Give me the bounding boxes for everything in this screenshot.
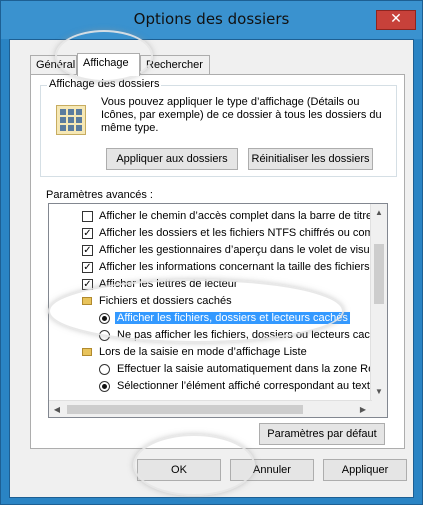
folder-view-icon: [56, 105, 86, 135]
horizontal-scroll-thumb[interactable]: [67, 405, 303, 414]
tab-search[interactable]: Rechercher: [140, 55, 210, 75]
vertical-scroll-thumb[interactable]: [374, 244, 384, 304]
tab-general[interactable]: Général: [30, 55, 77, 75]
option-label: Afficher les lettres de lecteur: [99, 278, 238, 290]
apply-to-folders-button[interactable]: Appliquer aux dossiers: [106, 148, 238, 170]
vertical-scrollbar[interactable]: ▲ ▼: [370, 204, 387, 417]
scroll-right-icon[interactable]: ▶: [355, 401, 371, 417]
checkbox-checked[interactable]: ✓: [82, 228, 93, 239]
option-label: Lors de la saisie en mode d’affichage Li…: [99, 346, 307, 358]
view-tab-panel: Affichage des dossiers Vous pouvez appli…: [30, 74, 405, 449]
checkbox-checked[interactable]: ✓: [82, 279, 93, 290]
option-label-selected: Afficher les fichiers, dossiers et lecte…: [115, 312, 350, 324]
restore-defaults-button[interactable]: Paramètres par défaut: [259, 423, 385, 445]
checkbox[interactable]: [82, 211, 93, 222]
scroll-up-icon[interactable]: ▲: [371, 204, 387, 221]
radio[interactable]: [99, 330, 110, 341]
option-label: Fichiers et dossiers cachés: [99, 295, 232, 307]
folder-icon: [82, 297, 92, 305]
radio[interactable]: [99, 364, 110, 375]
option-label: Sélectionner l’élément affiché correspon…: [117, 380, 377, 392]
checkbox-checked[interactable]: ✓: [82, 245, 93, 256]
radio-selected[interactable]: [99, 381, 110, 392]
horizontal-scrollbar[interactable]: ◀ ▶: [49, 400, 372, 417]
close-button[interactable]: ✕: [376, 10, 416, 30]
option-label: Afficher le chemin d’accès complet dans …: [99, 210, 373, 222]
checkbox-checked[interactable]: ✓: [82, 262, 93, 273]
radio-selected[interactable]: [99, 313, 110, 324]
window-title: Options des dossiers: [133, 10, 290, 28]
folder-icon: [82, 348, 92, 356]
advanced-settings-tree[interactable]: Afficher le chemin d’accès complet dans …: [48, 203, 388, 418]
tab-view[interactable]: Affichage: [77, 53, 140, 76]
ok-button[interactable]: OK: [137, 459, 221, 481]
apply-button[interactable]: Appliquer: [323, 459, 407, 481]
scroll-left-icon[interactable]: ◀: [49, 401, 65, 417]
option-label: Afficher les informations concernant la …: [99, 261, 379, 273]
folder-view-group: Affichage des dossiers Vous pouvez appli…: [40, 78, 397, 177]
folder-view-group-title: Affichage des dossiers: [47, 78, 162, 90]
option-label: Afficher les dossiers et les fichiers NT…: [99, 227, 380, 239]
option-label: Afficher les gestionnaires d’aperçu dans…: [99, 244, 379, 256]
cancel-button[interactable]: Annuler: [230, 459, 314, 481]
option-label: Effectuer la saisie automatiquement dans…: [117, 363, 380, 375]
folder-options-window: Options des dossiers ✕ Général Affichage…: [0, 0, 423, 505]
option-label: Ne pas afficher les fichiers, dossiers o…: [117, 329, 377, 341]
close-icon: ✕: [390, 11, 402, 27]
dialog-client: Général Affichage Rechercher Affichage d…: [9, 39, 414, 498]
advanced-settings-label: Paramètres avancés :: [46, 189, 153, 201]
title-bar[interactable]: Options des dossiers ✕: [1, 1, 422, 39]
scroll-down-icon[interactable]: ▼: [371, 383, 387, 400]
reset-folders-button[interactable]: Réinitialiser les dossiers: [248, 148, 373, 170]
folder-view-description: Vous pouvez appliquer le type d’affichag…: [101, 96, 382, 134]
